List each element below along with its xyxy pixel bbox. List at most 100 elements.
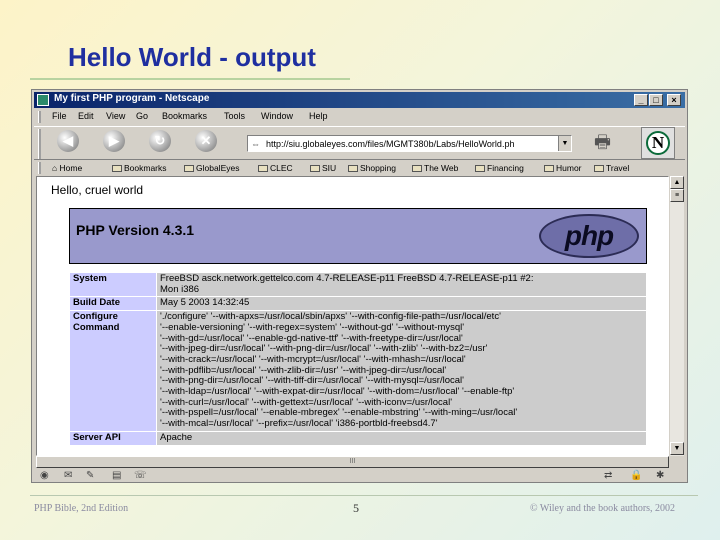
bookmark-home-label: Home [59, 163, 83, 173]
bookmark-travel[interactable]: Travel [594, 163, 629, 173]
bookmark-financing[interactable]: Financing [475, 163, 524, 173]
menu-bar: File Edit View Go Bookmarks Tools Window… [34, 109, 685, 125]
row-value: FreeBSD asck.network.gettelco.com 4.7-RE… [156, 271, 647, 298]
minimize-button[interactable]: _ [634, 94, 648, 106]
horizontal-scroll-thumb[interactable]: III [36, 456, 669, 468]
folder-icon [348, 165, 358, 172]
bookmark-bookmarks[interactable]: Bookmarks [112, 163, 167, 173]
reload-icon: ↻ [149, 130, 171, 152]
netscape-app-icon [37, 94, 49, 106]
row-value-line: '--enable-versioning' '--with-regex=syst… [160, 321, 465, 333]
title-bar: My first PHP program - Netscape _ □ × [34, 92, 685, 108]
folder-icon [475, 165, 485, 172]
table-row: Build Date May 5 2003 14:32:45 [69, 296, 647, 312]
bookmark-humor[interactable]: Humor [544, 163, 582, 173]
row-value-line: '--with-mcal=/usr/local' '--prefix=/usr/… [160, 418, 438, 430]
menu-window[interactable]: Window [261, 111, 293, 121]
table-row: Configure Command './configure' '--with-a… [69, 310, 647, 432]
netscape-n-icon: N [646, 131, 670, 155]
bookmark-label: GlobalEyes [196, 163, 240, 173]
menu-file[interactable]: File [52, 111, 67, 121]
row-value-line: Apache [160, 431, 193, 443]
security-icon[interactable]: ◉ [40, 470, 49, 481]
bookmark-label: Bookmarks [124, 163, 167, 173]
folder-icon [594, 165, 604, 172]
print-icon[interactable]: 🖶 [594, 130, 620, 152]
row-key: System [69, 271, 157, 298]
reload-button[interactable]: ↻ [146, 130, 174, 158]
url-value: http://siu.globaleyes.com/files/MGMT380b… [266, 139, 515, 149]
scroll-down-button[interactable]: ▼ [670, 442, 684, 455]
close-button[interactable]: × [667, 94, 681, 106]
connection-icon: ⇄ [604, 470, 613, 481]
menu-help[interactable]: Help [309, 111, 328, 121]
vertical-scrollbar[interactable]: ▲ ≡ ▼ [670, 176, 684, 456]
composer-icon[interactable]: ✎ [86, 470, 94, 481]
url-dropdown-arrow-icon[interactable]: ▼ [558, 136, 571, 151]
bookmarks-grip[interactable] [38, 162, 41, 174]
row-value-line: May 5 2003 14:32:45 [160, 297, 250, 309]
netscape-logo[interactable]: N [641, 127, 675, 159]
bookmark-globaleyes[interactable]: GlobalEyes [184, 163, 239, 173]
row-key: Configure Command [69, 310, 157, 432]
horizontal-scrollbar[interactable]: III [36, 456, 669, 468]
scroll-thumb[interactable]: ≡ [670, 189, 684, 202]
browser-window: My first PHP program - Netscape _ □ × Fi… [31, 89, 688, 483]
row-value: Apache [156, 430, 647, 446]
table-row: System FreeBSD asck.network.gettelco.com … [69, 271, 647, 298]
row-value-line: Mon i386 [160, 283, 200, 295]
bookmark-clec[interactable]: CLEC [258, 163, 293, 173]
folder-icon [412, 165, 422, 172]
title-underline [30, 78, 350, 80]
page-content: Hello, cruel world PHP Version 4.3.1 php… [36, 176, 669, 456]
row-value: May 5 2003 14:32:45 [156, 296, 647, 312]
php-version-header: PHP Version 4.3.1 php [69, 208, 647, 264]
bug-icon: ✱ [656, 470, 665, 481]
bookmarks-toolbar: ⌂ Home Bookmarks GlobalEyes CLEC SIU Sho… [34, 161, 685, 175]
footer-copyright: © Wiley and the book authors, 2002 [530, 503, 676, 514]
stop-button[interactable]: ✕ [192, 130, 220, 158]
bookmark-label: Shopping [360, 163, 396, 173]
bookmark-shopping[interactable]: Shopping [348, 163, 396, 173]
php-version: PHP Version 4.3.1 [76, 222, 195, 238]
bookmark-label: Humor [556, 163, 582, 173]
php-logo-text: php [564, 220, 614, 251]
table-row: Server API Apache [69, 430, 647, 446]
menu-bookmarks[interactable]: Bookmarks [162, 111, 207, 121]
menu-edit[interactable]: Edit [78, 111, 94, 121]
back-button[interactable]: ◀ [54, 130, 82, 158]
bookmark-home[interactable]: ⌂ Home [52, 163, 82, 173]
scroll-up-button[interactable]: ▲ [670, 176, 684, 189]
menu-view[interactable]: View [106, 111, 125, 121]
phpinfo-table: System FreeBSD asck.network.gettelco.com … [69, 271, 647, 446]
folder-icon [258, 165, 268, 172]
menu-tools[interactable]: Tools [224, 111, 245, 121]
menu-grip[interactable] [38, 111, 41, 123]
lock-icon[interactable]: 🔒 [630, 470, 642, 481]
url-bar[interactable]: ⇔ http://siu.globaleyes.com/files/MGMT38… [247, 135, 572, 152]
bookmark-the-web[interactable]: The Web [412, 163, 458, 173]
bookmark-siu[interactable]: SIU [310, 163, 336, 173]
row-value-line: FreeBSD asck.network.gettelco.com 4.7-RE… [160, 273, 534, 284]
php-logo[interactable]: php [539, 214, 639, 258]
folder-icon [112, 165, 122, 172]
forward-button[interactable]: ▶ [100, 130, 128, 158]
bookmark-label: Financing [487, 163, 524, 173]
mail-icon[interactable]: ✉ [64, 470, 72, 481]
navigation-toolbar: ◀ ▶ ↻ ✕ ⇔ http://siu.globaleyes.com/file… [34, 126, 685, 160]
folder-icon [544, 165, 554, 172]
bookmark-label: The Web [424, 163, 459, 173]
maximize-button[interactable]: □ [649, 94, 663, 106]
stop-icon: ✕ [195, 130, 217, 152]
address-book-icon[interactable]: ▤ [112, 470, 121, 481]
footer-book-title: PHP Bible, 2nd Edition [34, 503, 129, 514]
bookmark-label: Travel [606, 163, 630, 173]
footer-page-number: 5 [353, 501, 359, 515]
menu-go[interactable]: Go [136, 111, 148, 121]
toolbar-grip[interactable] [38, 129, 41, 159]
status-bar: ◉ ✉ ✎ ▤ ☏ ⇄ 🔒 ✱ [34, 469, 685, 482]
chat-icon[interactable]: ☏ [134, 470, 147, 481]
row-key: Build Date [69, 296, 157, 312]
window-title: My first PHP program - Netscape [54, 93, 210, 104]
row-value: './configure' '--with-apxs=/usr/local/sb… [156, 310, 647, 432]
